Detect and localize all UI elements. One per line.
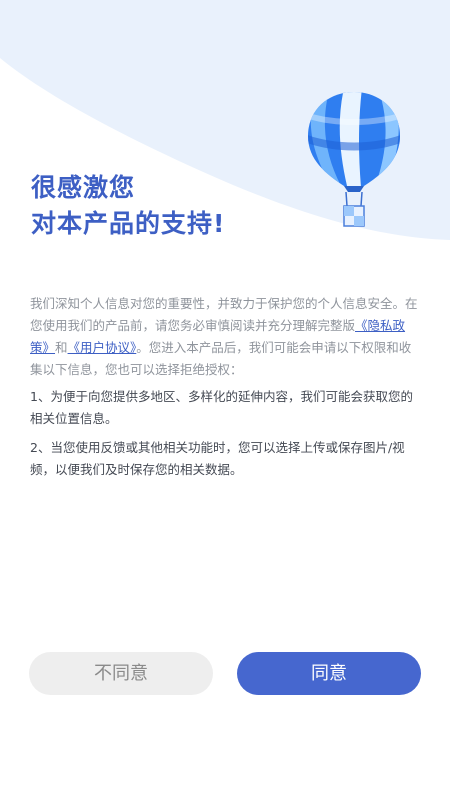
title-line-2: 对本产品的支持! [31, 209, 226, 238]
page-title: 很感激您 对本产品的支持! [31, 170, 225, 242]
permission-item-media: 2、当您使用反馈或其他相关功能时，您可以选择上传或保存图片/视频，以便我们及时保… [30, 440, 405, 477]
user-agreement-link[interactable]: 《用户协议》 [68, 340, 137, 355]
disagree-button[interactable]: 不同意 [29, 652, 213, 695]
and-text: 和 [55, 340, 68, 355]
privacy-content: 我们深知个人信息对您的重要性，并致力于保护您的个人信息安全。在您使用我们的产品前… [30, 293, 422, 488]
privacy-consent-screen: 很感激您 对本产品的支持! 我们深知个人信息对您的重要性，并致力于保护您的个人信… [0, 0, 450, 800]
hot-air-balloon-icon [308, 92, 400, 227]
permission-item-location: 1、为便于向您提供多地区、多样化的延伸内容，我们可能会获取您的相关位置信息。 [30, 389, 413, 426]
privacy-intro: 我们深知个人信息对您的重要性，并致力于保护您的个人信息安全。在您使用我们的产品前… [30, 293, 422, 381]
title-line-1: 很感激您 [31, 173, 136, 202]
agree-button[interactable]: 同意 [237, 652, 421, 695]
